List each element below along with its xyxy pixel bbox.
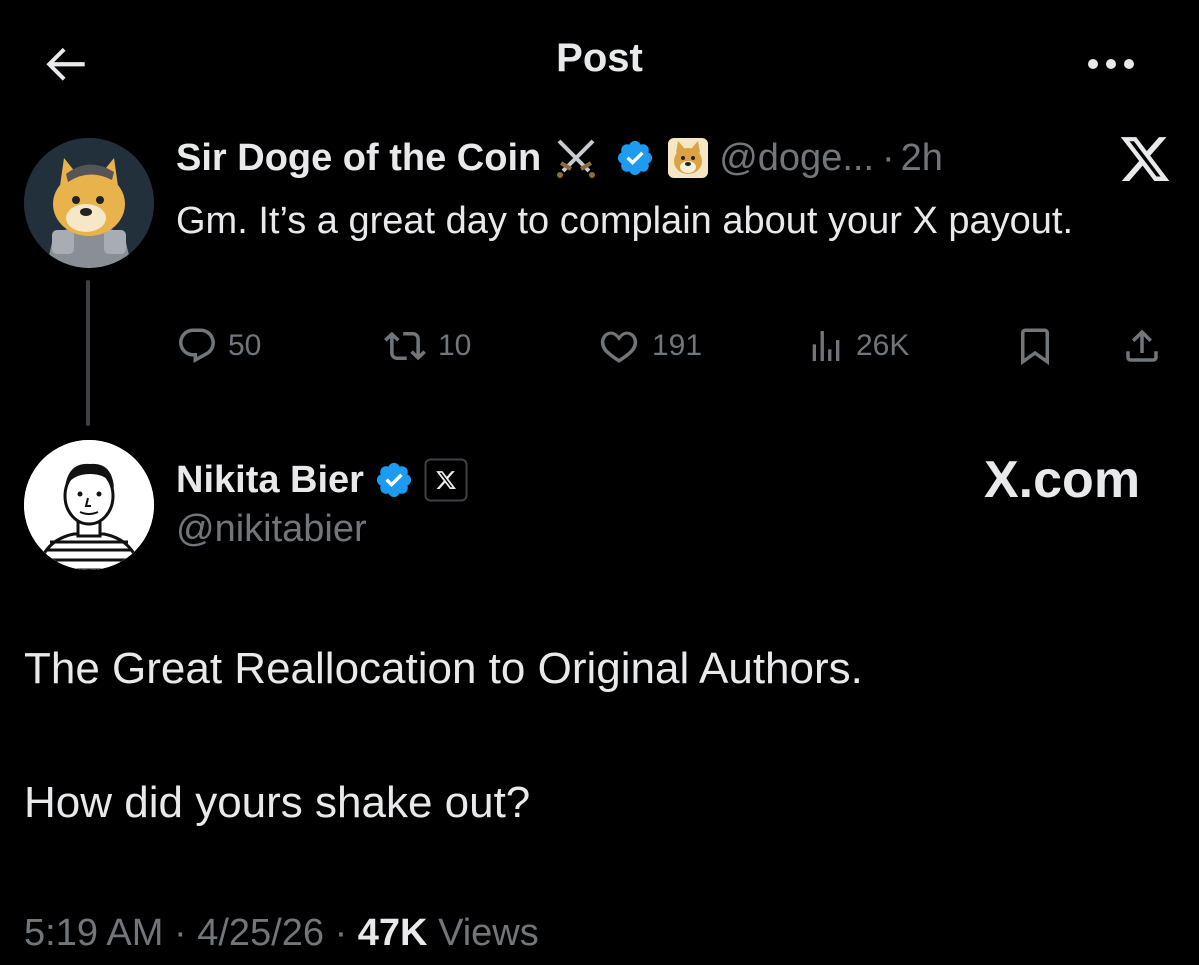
- verified-badge-icon: [376, 462, 412, 498]
- sketch-portrait-avatar-icon: [24, 440, 154, 570]
- author-handle[interactable]: @nikitabier: [176, 508, 367, 551]
- parent-author-row: Sir Doge of the Coin @doge... · 2h: [176, 130, 943, 186]
- author-name[interactable]: Sir Doge of the Coin: [176, 137, 541, 180]
- page-title: Post: [556, 36, 643, 80]
- reply-button[interactable]: 50: [176, 318, 261, 374]
- post-meta: 5:19 AM · 4/25/26 · 47K Views: [24, 912, 539, 955]
- affiliation-text: X.com: [984, 451, 1141, 509]
- affiliation-label[interactable]: X.com: [984, 450, 1140, 510]
- doge-avatar-icon: [24, 138, 154, 268]
- bookmark-button[interactable]: [1014, 318, 1066, 374]
- avatar[interactable]: [24, 138, 154, 268]
- author-name[interactable]: Nikita Bier: [176, 459, 364, 502]
- share-upload-icon: [1126, 329, 1158, 362]
- separator-dot: ·: [882, 136, 895, 179]
- main-post-paragraph-2: How did yours shake out?: [24, 778, 531, 827]
- views-count: 47K: [357, 912, 428, 954]
- main-post-paragraph-1: The Great Reallocation to Original Autho…: [24, 644, 863, 693]
- crossed-swords-icon: [557, 139, 596, 178]
- post-time[interactable]: 2h: [901, 137, 943, 180]
- views-count: 26K: [856, 329, 910, 362]
- post-date[interactable]: 4/25/26: [197, 912, 324, 954]
- views-button[interactable]: 26K: [806, 318, 909, 374]
- more-button[interactable]: [1080, 44, 1142, 84]
- verified-badge-icon: [618, 140, 653, 176]
- thread-line: [86, 280, 90, 426]
- x-logo-button[interactable]: [1118, 132, 1172, 186]
- repost-icon: [384, 331, 426, 361]
- like-button[interactable]: 191: [596, 318, 702, 374]
- reply-icon: [179, 328, 215, 363]
- separator-dot: ·: [173, 912, 187, 954]
- repost-count: 10: [438, 329, 472, 362]
- like-count: 191: [652, 329, 703, 362]
- analytics-bars-icon: [812, 331, 840, 361]
- x-affiliate-badge-icon: [424, 458, 468, 502]
- share-button[interactable]: [1120, 318, 1174, 374]
- views-label: Views: [438, 912, 539, 954]
- bookmark-icon: [1021, 328, 1049, 366]
- x-logo-icon: [1120, 137, 1170, 181]
- parent-post-text: Gm. It’s a great day to complain about y…: [176, 200, 1074, 242]
- post-time[interactable]: 5:19 AM: [24, 912, 163, 954]
- separator-dot: ·: [334, 912, 348, 954]
- avatar[interactable]: [24, 440, 154, 570]
- more-horizontal-icon: [1088, 59, 1134, 69]
- heart-icon: [600, 331, 638, 363]
- reply-count: 50: [228, 329, 262, 362]
- repost-button[interactable]: 10: [382, 318, 471, 374]
- author-handle[interactable]: @doge...: [719, 137, 874, 180]
- doge-affiliate-badge-icon: [668, 138, 709, 178]
- main-author-row: Nikita Bier: [176, 452, 468, 508]
